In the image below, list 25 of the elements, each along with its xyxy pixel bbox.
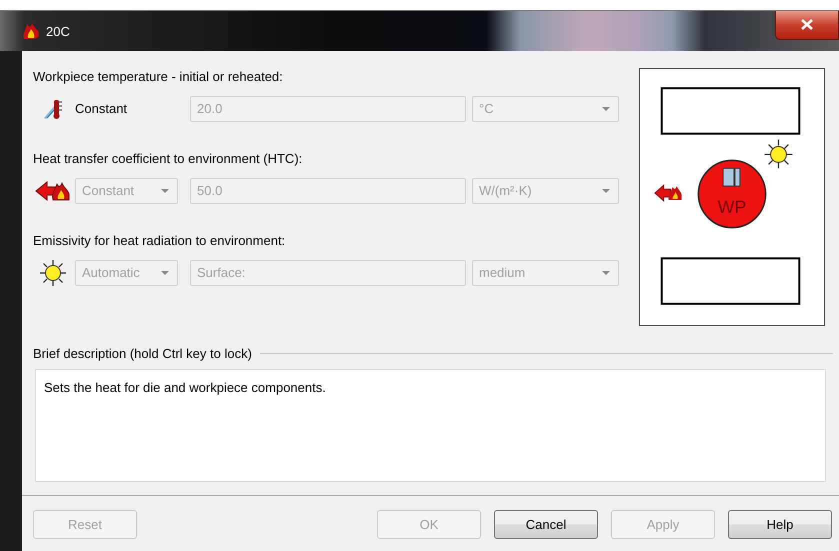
caret-icon [602, 188, 610, 192]
caret-icon [161, 188, 169, 192]
window-icon [722, 168, 740, 187]
section-heading: Workpiece temperature - initial or reheated: [33, 68, 284, 86]
close-button[interactable] [775, 10, 839, 40]
close-icon [801, 19, 813, 30]
sun-icon [39, 258, 67, 286]
dialog-button[interactable]: Cancel [494, 510, 598, 539]
thermometer-icon [42, 98, 64, 120]
flame-icon [22, 22, 40, 40]
heat-arrow-icon [35, 180, 71, 202]
caret-icon [602, 106, 610, 110]
section-heading: Heat transfer coefficient to environment (HTC): [33, 150, 304, 168]
mode-label: Constant [75, 101, 128, 116]
caret-icon [602, 270, 610, 274]
caret-icon [161, 270, 169, 274]
window-title: 20C [46, 24, 70, 38]
workpiece-circle [698, 160, 766, 228]
section-heading: Brief description (hold Ctrl key to lock) [33, 346, 252, 361]
sun-icon [764, 139, 793, 169]
heat-arrow-icon [654, 184, 682, 202]
workpiece-label: WP [718, 196, 746, 217]
dialog-button[interactable]: Help [728, 510, 832, 539]
description-box[interactable]: Sets the heat for die and workpiece components. [35, 369, 826, 482]
section-heading: Emissivity for heat radiation to environment: [33, 232, 286, 250]
